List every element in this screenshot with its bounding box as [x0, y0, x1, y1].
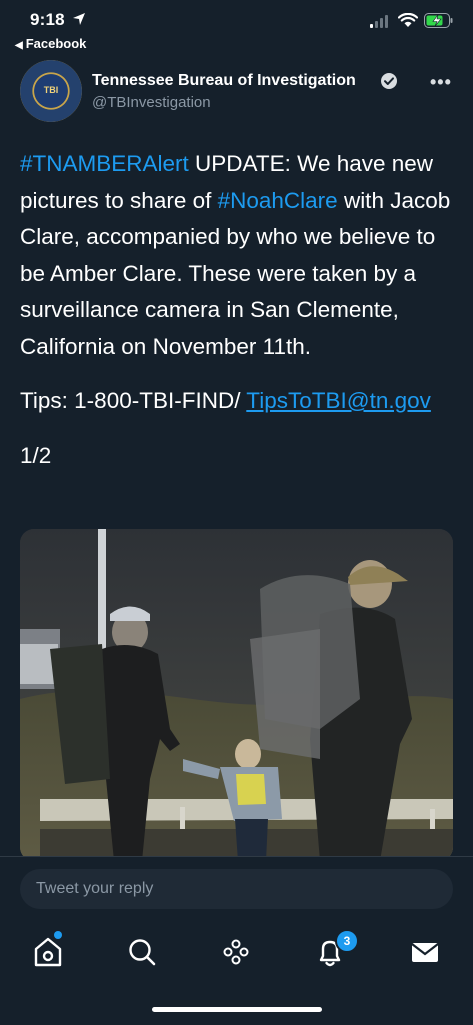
tips-phone: Tips: 1-800-TBI-FIND/ [20, 388, 247, 413]
location-arrow-icon [73, 13, 85, 25]
tweet-header: TBI Tennessee Bureau of Investigation @T… [0, 58, 473, 128]
battery-charging-icon [424, 13, 453, 28]
search-icon[interactable] [122, 932, 162, 972]
clock: 9:18 [30, 10, 65, 29]
notifications-badge: 3 [335, 929, 359, 953]
verified-badge-icon [381, 73, 397, 89]
spaces-icon[interactable] [216, 932, 256, 972]
hashtag-noahclare[interactable]: #NoahClare [218, 188, 338, 213]
reply-input[interactable] [20, 869, 453, 909]
hashtag-tnamberalert[interactable]: #TNAMBERAlert [20, 151, 189, 176]
bottom-tab-bar [0, 924, 473, 980]
surveillance-photo-image [20, 529, 453, 861]
back-app-label: Facebook [25, 36, 87, 51]
cellular-signal-icon [370, 15, 388, 28]
surveillance-photo[interactable] [20, 529, 453, 861]
avatar[interactable]: TBI [20, 60, 82, 122]
home-icon[interactable] [28, 932, 68, 972]
home-indicator[interactable] [152, 1007, 322, 1012]
tweet-paragraph: #TNAMBERAlert UPDATE: We have new pictur… [20, 146, 460, 365]
author-handle[interactable]: @TBInvestigation [92, 94, 211, 111]
tips-paragraph: Tips: 1-800-TBI-FIND/ TipsToTBI@tn.gov [20, 383, 460, 420]
tweet-text: #TNAMBERAlert UPDATE: We have new pictur… [20, 146, 460, 474]
messages-envelope-icon[interactable] [405, 932, 445, 972]
status-bar: 9:18 ◀ Facebook [0, 0, 473, 56]
home-new-dot [54, 931, 62, 939]
tweet-text-part: with Jacob Clare, accompanied by who we … [20, 187, 451, 359]
author-display-name[interactable]: Tennessee Bureau of Investigation [92, 72, 356, 90]
tips-email-link[interactable]: TipsToTBI@tn.gov [246, 388, 431, 413]
wifi-icon [398, 13, 418, 27]
thread-count: 1/2 [20, 442, 52, 468]
more-options-icon[interactable]: ••• [430, 72, 452, 93]
avatar-seal-text: TBI [43, 85, 59, 95]
back-to-app-link[interactable]: ◀ Facebook [15, 36, 86, 51]
back-triangle-icon: ◀ [15, 40, 23, 51]
